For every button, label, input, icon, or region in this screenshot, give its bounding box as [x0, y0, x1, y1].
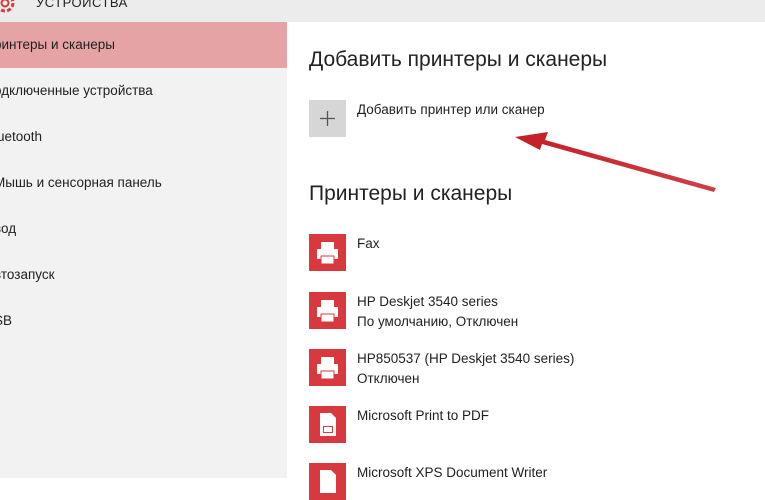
printers-section-heading: Принтеры и сканеры [309, 182, 513, 205]
sidebar-item-input[interactable]: вод [0, 206, 287, 252]
pdf-printer-icon[interactable] [309, 406, 346, 443]
device-name[interactable]: HP Deskjet 3540 series [357, 294, 498, 309]
page-title: УСТРОЙСТВА [36, 0, 128, 10]
sidebar-item-connected-devices[interactable]: одключенные устройства [0, 68, 287, 114]
sidebar: ринтеры и сканеры одключенные устройства… [0, 22, 287, 478]
device-status: Отключен [357, 371, 420, 386]
sidebar-item-bluetooth[interactable]: luetooth [0, 114, 287, 160]
sidebar-item-usb[interactable]: SB [0, 298, 287, 344]
printer-icon[interactable] [309, 234, 346, 271]
title-bar: УСТРОЙСТВА [0, 0, 765, 22]
add-printer-label[interactable]: Добавить принтер или сканер [357, 102, 545, 117]
add-section-heading: Добавить принтеры и сканеры [309, 48, 608, 71]
add-printer-button[interactable] [309, 100, 346, 137]
device-name[interactable]: HP850537 (HP Deskjet 3540 series) [357, 351, 574, 366]
printer-icon[interactable] [309, 349, 346, 386]
sidebar-item-autoplay[interactable]: втозапуск [0, 252, 287, 298]
sidebar-item-mouse-touchpad[interactable]: Мышь и сенсорная панель [0, 160, 287, 206]
printer-icon[interactable] [309, 292, 346, 329]
device-name[interactable]: Microsoft Print to PDF [357, 408, 489, 423]
xps-printer-icon[interactable] [309, 463, 346, 500]
device-name[interactable]: Fax [357, 236, 380, 251]
plus-icon [320, 111, 335, 126]
sidebar-item-printers[interactable]: ринтеры и сканеры [0, 22, 287, 68]
gear-icon [0, 0, 15, 13]
device-status: По умолчанию, Отключен [357, 314, 519, 329]
main-content: Добавить принтеры и сканеры Добавить при… [287, 22, 765, 500]
